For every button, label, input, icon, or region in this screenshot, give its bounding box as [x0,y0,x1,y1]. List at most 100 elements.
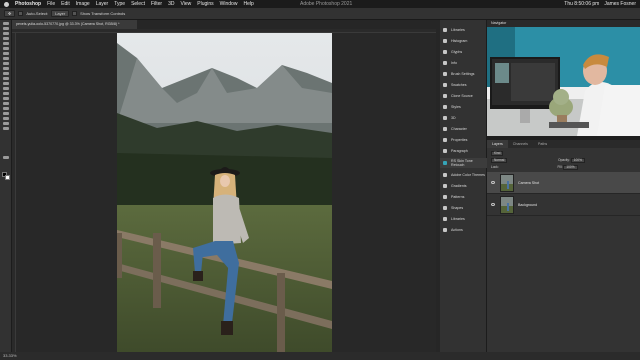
background-color-swatch[interactable] [5,175,10,180]
zoom-level[interactable]: 33.33% [3,353,17,358]
fill-field[interactable]: 100% [563,165,578,170]
tools-panel [0,20,12,352]
panel-info[interactable]: Info [440,58,487,68]
zoom-tool-icon[interactable] [2,122,9,125]
actions-icon [443,228,447,232]
panel-gradients[interactable]: Gradients [440,181,487,191]
panel-libraries-2[interactable]: Libraries [440,214,487,224]
histogram-icon [443,39,447,43]
panel-character[interactable]: Character [440,124,487,134]
navigator-panel-header[interactable]: Navigator [487,20,640,27]
transform-controls-checkbox[interactable] [72,11,78,16]
healing-tool-icon[interactable] [2,57,9,60]
eraser-tool-icon[interactable] [2,77,9,80]
blur-tool-icon[interactable] [2,87,9,90]
frame-tool-icon[interactable] [2,47,9,50]
panel-histogram[interactable]: Histogram [440,36,487,46]
menu-app[interactable]: Photoshop [15,0,41,8]
more-tools-icon[interactable] [2,127,9,130]
panel-clone-source[interactable]: Clone Source [440,91,487,101]
panel-swatches[interactable]: Swatches [440,80,487,90]
user-name[interactable]: James Fosner [604,0,636,8]
stamp-tool-icon[interactable] [2,67,9,70]
clock[interactable]: Thu 8:50:06 pm [564,0,599,8]
auto-select-checkbox[interactable] [18,11,24,16]
opacity-field[interactable]: 100% [570,158,585,163]
menu-view[interactable]: View [181,0,192,8]
panel-3d[interactable]: 3D [440,113,487,123]
panel-brush-settings[interactable]: Brush Settings [440,69,487,79]
3d-icon [443,116,447,120]
apple-icon[interactable] [4,1,9,7]
panel-patterns[interactable]: Patterns [440,192,487,202]
fill-label: Fill: [557,165,563,169]
panel-properties[interactable]: Properties [440,135,487,145]
auto-select-label: Auto-Select: [26,11,49,16]
crop-tool-icon[interactable] [2,42,9,45]
opacity-label: Opacity: [558,158,570,162]
menu-plugins[interactable]: Plugins [197,0,213,8]
tab-layers[interactable]: Layers [487,140,508,148]
gradients-icon [443,184,447,188]
path-select-tool-icon[interactable] [2,107,9,110]
menu-select[interactable]: Select [131,0,145,8]
menu-image[interactable]: Image [76,0,90,8]
auto-select-dropdown[interactable]: Layer [51,10,70,17]
panel-libraries[interactable]: Libraries [440,25,487,35]
quick-mask-icon[interactable] [2,156,9,159]
layer-row-background[interactable]: Background [487,194,640,216]
panel-color-themes[interactable]: Adobe Color Themes [440,170,487,180]
document-tab[interactable]: pexels-yulia-oolo-5370770.jpg @ 33.3% (C… [12,20,137,29]
styles-icon [443,105,447,109]
menu-file[interactable]: File [47,0,55,8]
panel-skin-tone-retouch[interactable]: RS Skin Tone Retouch [440,158,487,168]
glyphs-icon [443,50,447,54]
character-icon [443,127,447,131]
lasso-tool-icon[interactable] [2,32,9,35]
gradient-tool-icon[interactable] [2,82,9,85]
menu-bar: Photoshop File Edit Image Layer Type Sel… [0,0,640,8]
menu-window[interactable]: Window [220,0,238,8]
patterns-icon [443,195,447,199]
quick-select-tool-icon[interactable] [2,37,9,40]
menu-layer[interactable]: Layer [96,0,109,8]
pen-tool-icon[interactable] [2,97,9,100]
layer-row-camera-shot[interactable]: Camera Shot [487,172,640,194]
visibility-eye-icon[interactable] [491,181,495,184]
move-tool-preset[interactable]: ✥ [4,10,16,17]
layers-tab-bar: Layers Channels Paths [487,140,640,148]
dodge-tool-icon[interactable] [2,92,9,95]
hand-tool-icon[interactable] [2,117,9,120]
layer-name: Camera Shot [518,180,540,185]
libraries-icon [443,217,447,221]
layer-thumbnail [500,173,514,192]
paragraph-icon [443,149,447,153]
document-tab-bar: pexels-yulia-oolo-5370770.jpg @ 33.3% (C… [12,20,436,29]
marquee-tool-icon[interactable] [2,27,9,30]
options-bar: ✥ Auto-Select: Layer Show Transform Cont… [0,8,640,20]
tab-paths[interactable]: Paths [533,140,552,148]
eyedropper-tool-icon[interactable] [2,52,9,55]
document-canvas-photo[interactable] [117,33,332,355]
layer-filter-kind[interactable]: Kind [491,151,504,156]
lock-label: Lock: [491,165,499,169]
blend-mode-dropdown[interactable]: Normal [491,158,508,163]
panel-styles[interactable]: Styles [440,102,487,112]
menu-type[interactable]: Type [114,0,125,8]
panel-shapes[interactable]: Shapes [440,203,487,213]
tab-channels[interactable]: Channels [508,140,533,148]
panel-paragraph[interactable]: Paragraph [440,146,487,156]
panel-actions[interactable]: Actions [440,225,487,235]
brush-tool-icon[interactable] [2,62,9,65]
type-tool-icon[interactable] [2,102,9,105]
menu-3d[interactable]: 3D [168,0,174,8]
history-brush-tool-icon[interactable] [2,72,9,75]
shape-tool-icon[interactable] [2,112,9,115]
menu-edit[interactable]: Edit [61,0,70,8]
move-tool-icon[interactable] [2,22,9,25]
panel-glyphs[interactable]: Glyphs [440,47,487,57]
menu-filter[interactable]: Filter [151,0,162,8]
visibility-eye-icon[interactable] [491,203,495,206]
window-title: Adobe Photoshop 2021 [300,1,353,7]
menu-help[interactable]: Help [243,0,253,8]
